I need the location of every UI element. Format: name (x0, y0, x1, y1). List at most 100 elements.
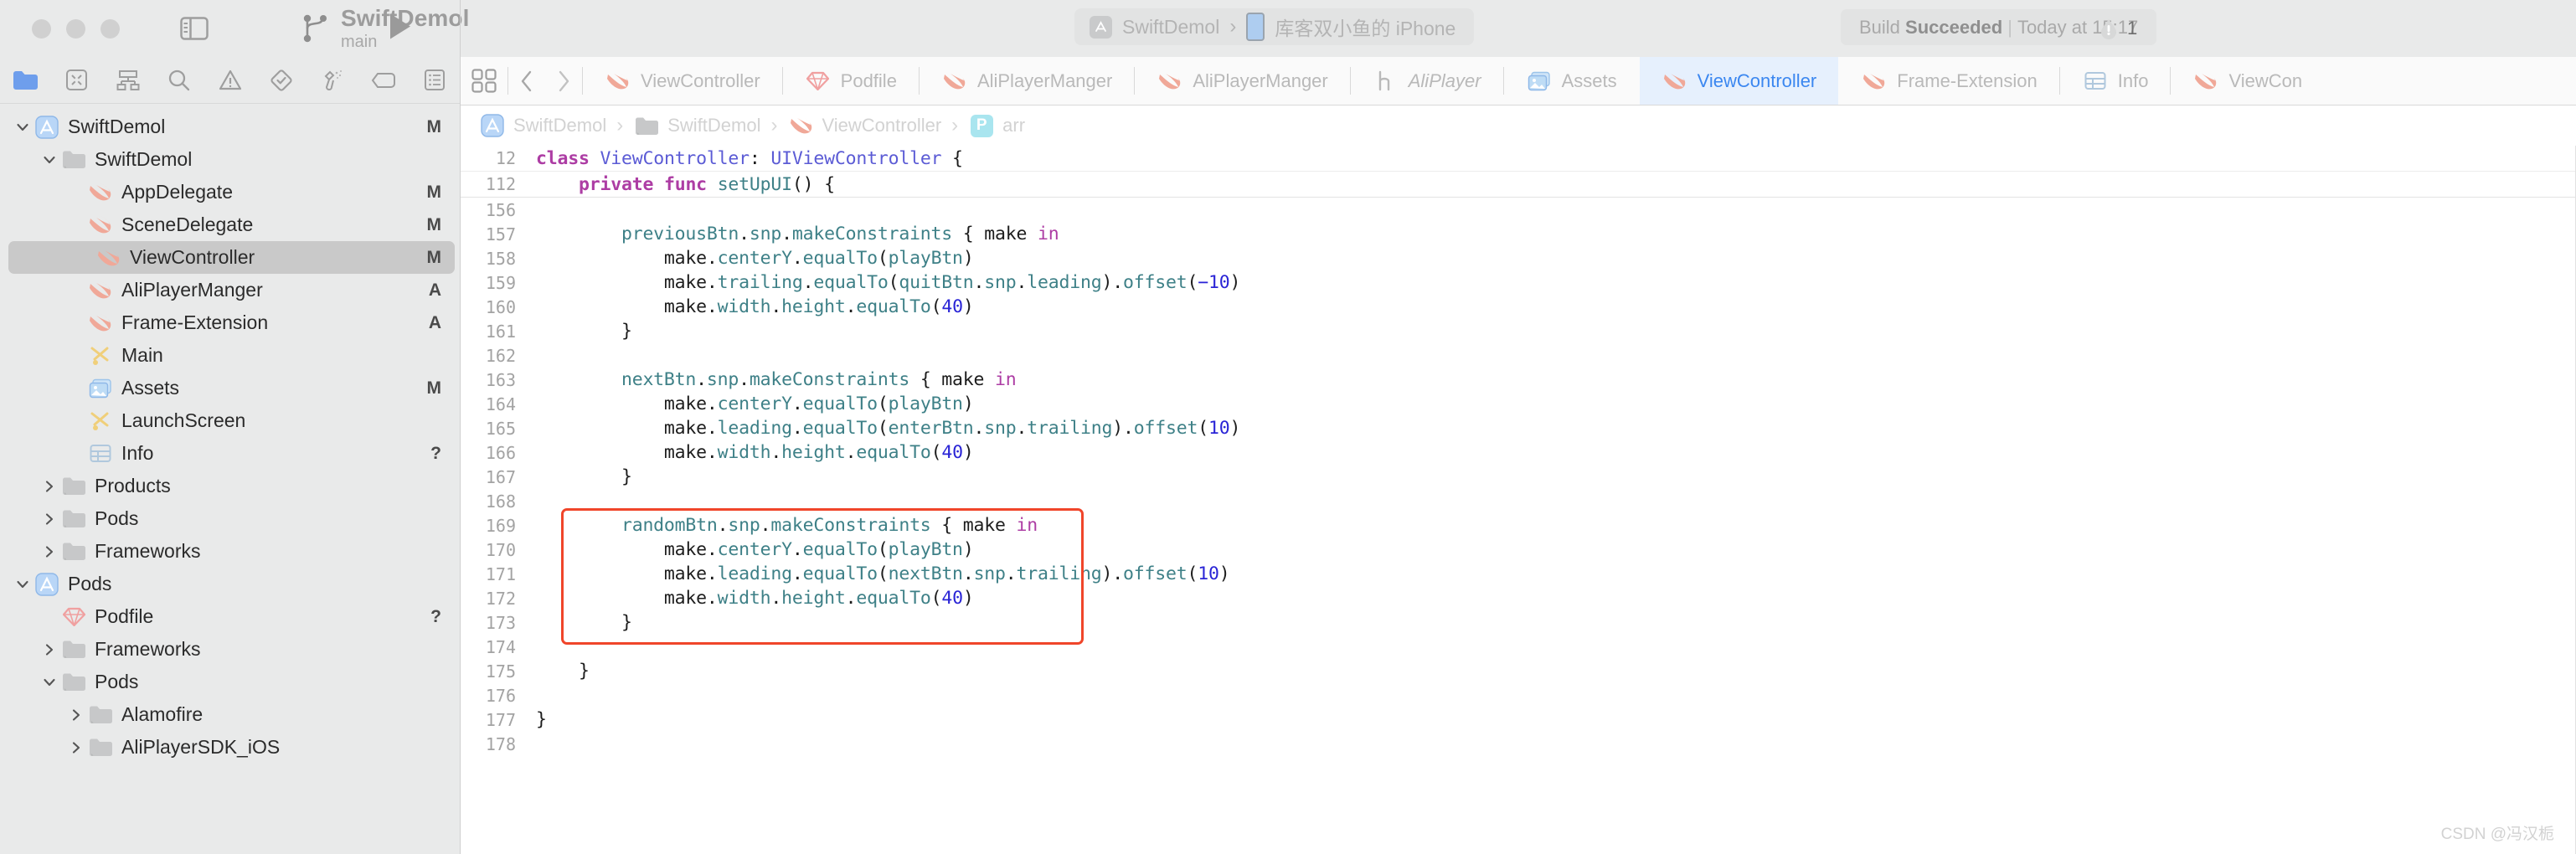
tree-row[interactable]: Info? (0, 437, 460, 470)
code-line[interactable]: 161 } (461, 319, 2576, 343)
line-number: 167 (485, 466, 516, 487)
navigator-tab-breakpoints[interactable] (358, 57, 409, 103)
navigator-tab-debug[interactable] (307, 57, 358, 103)
code-line[interactable]: 157 previousBtn.snp.makeConstraints { ma… (461, 222, 2576, 246)
breadcrumb-item[interactable]: ViewController (788, 115, 941, 136)
breadcrumb-item[interactable]: SwiftDemol (633, 115, 761, 136)
code-line[interactable]: 159 make.trailing.equalTo(quitBtn.snp.le… (461, 270, 2576, 295)
code-line[interactable]: 178 (461, 732, 2576, 756)
navigator-tab-reports[interactable] (409, 57, 460, 103)
tree-row[interactable]: Pods (0, 502, 460, 535)
tree-row[interactable]: Frameworks (0, 633, 460, 666)
tree-row[interactable]: Pods (0, 568, 460, 600)
code-line[interactable]: 166 make.width.height.equalTo(40) (461, 440, 2576, 465)
editor-layout-button[interactable] (461, 57, 507, 105)
breadcrumb-item[interactable]: Parr (968, 114, 1025, 137)
minimize-button[interactable] (66, 18, 85, 39)
tree-row[interactable]: Frameworks (0, 535, 460, 568)
disclosure-triangle[interactable] (39, 544, 60, 559)
navigator-tab-search[interactable] (153, 57, 204, 103)
tree-row[interactable]: Assets M (0, 372, 460, 404)
tree-row[interactable]: Podfile? (0, 600, 460, 633)
code-line[interactable]: 168 (461, 489, 2576, 513)
code-line[interactable]: 177} (461, 707, 2576, 732)
breadcrumb[interactable]: SwiftDemol › SwiftDemol › ViewController › Par… (461, 105, 2576, 146)
tree-row-selected[interactable]: ViewController M (8, 241, 455, 274)
editor-tab[interactable]: AliPlayerManger (1135, 57, 1349, 105)
tree-row[interactable]: AppDelegate M (0, 176, 460, 208)
tree-row[interactable]: SwiftDemol M (0, 111, 460, 143)
disclosure-triangle[interactable] (39, 642, 60, 657)
code-line[interactable]: 164 make.centerY.equalTo(playBtn) (461, 392, 2576, 416)
editor-tab[interactable]: Podfile (783, 57, 919, 105)
code-lines[interactable]: 156 157 previousBtn.snp.makeConstraints {… (461, 198, 2576, 756)
code-line[interactable]: 171 make.leading.equalTo(nextBtn.snp.tra… (461, 562, 2576, 586)
breadcrumb-item[interactable]: SwiftDemol (479, 114, 606, 137)
editor-tab[interactable]: Assets (1504, 57, 1639, 105)
forward-button[interactable] (545, 69, 582, 93)
tree-row[interactable]: AliPlayerManger A (0, 274, 460, 306)
code-line[interactable]: 174 (461, 635, 2576, 659)
disclosure-triangle[interactable] (12, 120, 33, 135)
line-number: 160 (485, 296, 516, 317)
editor-tab[interactable]: ViewController (583, 57, 782, 105)
tree-row[interactable]: SceneDelegate M (0, 208, 460, 241)
code-line[interactable]: 156 (461, 198, 2576, 222)
code-line[interactable]: 172 make.width.height.equalTo(40) (461, 586, 2576, 610)
run-button[interactable] (388, 13, 413, 45)
tree-row[interactable]: Pods (0, 666, 460, 698)
tree-row[interactable]: Products (0, 470, 460, 502)
project-file-tree[interactable]: SwiftDemol M SwiftDemol AppDelegate M SceneDe… (0, 104, 460, 854)
tree-row[interactable]: AliPlayerSDK_iOS (0, 731, 460, 764)
toggle-navigator-button[interactable] (178, 15, 210, 42)
navigator-tab-issues[interactable] (204, 57, 255, 103)
disclosure-triangle[interactable] (39, 675, 60, 690)
scheme-device-selector[interactable]: SwiftDemol › 库客双小鱼的 iPhone (1074, 8, 1475, 45)
tree-row[interactable]: Frame-Extension A (0, 306, 460, 339)
disclosure-triangle[interactable] (65, 707, 87, 723)
disclosure-triangle[interactable] (39, 479, 60, 494)
navigator-tab-project[interactable] (0, 57, 51, 103)
code-line[interactable]: 175 } (461, 659, 2576, 683)
chevron-down-icon (17, 123, 28, 131)
navigator-tab-hierarchy[interactable] (102, 57, 153, 103)
disclosure-triangle[interactable] (65, 740, 87, 755)
disclosure-triangle[interactable] (39, 152, 60, 167)
warning-indicator[interactable]: 1 (2098, 18, 2137, 39)
close-button[interactable] (32, 18, 51, 39)
editor-tab-bar[interactable]: ViewController Podfile AliPlayerManger AliP… (461, 57, 2576, 105)
code-line[interactable]: 173 } (461, 610, 2576, 635)
folder-icon (62, 673, 85, 691)
editor-tab[interactable]: ViewCon (2171, 57, 2324, 105)
code-line[interactable]: 158 make.centerY.equalTo(playBtn) (461, 246, 2576, 270)
navigator-tab-tests[interactable] (255, 57, 307, 103)
editor-tab[interactable]: AliPlayer (1351, 57, 1503, 105)
code-line[interactable]: 167 } (461, 465, 2576, 489)
code-line[interactable]: 165 make.leading.equalTo(enterBtn.snp.tr… (461, 416, 2576, 440)
tree-row[interactable]: SwiftDemol (0, 143, 460, 176)
project-branch-group[interactable]: SwiftDemol main (302, 6, 469, 50)
code-token: equalTo (802, 418, 878, 439)
navigator-tab-source-control[interactable] (51, 57, 102, 103)
tree-row[interactable]: LaunchScreen (0, 404, 460, 437)
editor-tab-active[interactable]: ViewController (1639, 57, 1839, 105)
code-line[interactable]: 112 private func setUpUI() { (461, 172, 2576, 197)
back-button[interactable] (508, 69, 545, 93)
disclosure-triangle[interactable] (12, 577, 33, 592)
disclosure-triangle[interactable] (39, 512, 60, 527)
code-line[interactable]: 160 make.width.height.equalTo(40) (461, 295, 2576, 319)
tree-row[interactable]: Alamofire (0, 698, 460, 731)
tree-row[interactable]: Main (0, 339, 460, 372)
editor-tab[interactable]: Info (2060, 57, 2171, 105)
code-line[interactable]: 162 (461, 343, 2576, 368)
editor-tab[interactable]: Frame-Extension (1839, 57, 2059, 105)
code-editor[interactable]: 12 class ViewController: UIViewController… (461, 146, 2576, 854)
code-line[interactable]: 176 (461, 683, 2576, 707)
code-line[interactable]: 169 randomBtn.snp.makeConstraints { make… (461, 513, 2576, 538)
zoom-button[interactable] (100, 18, 120, 39)
code-line[interactable]: 170 make.centerY.equalTo(playBtn) (461, 538, 2576, 562)
code-line[interactable]: 163 nextBtn.snp.makeConstraints { make i… (461, 368, 2576, 392)
folder-icon (60, 671, 87, 693)
editor-tab[interactable]: AliPlayerManger (920, 57, 1134, 105)
code-line[interactable]: 12 class ViewController: UIViewController… (461, 146, 2576, 172)
